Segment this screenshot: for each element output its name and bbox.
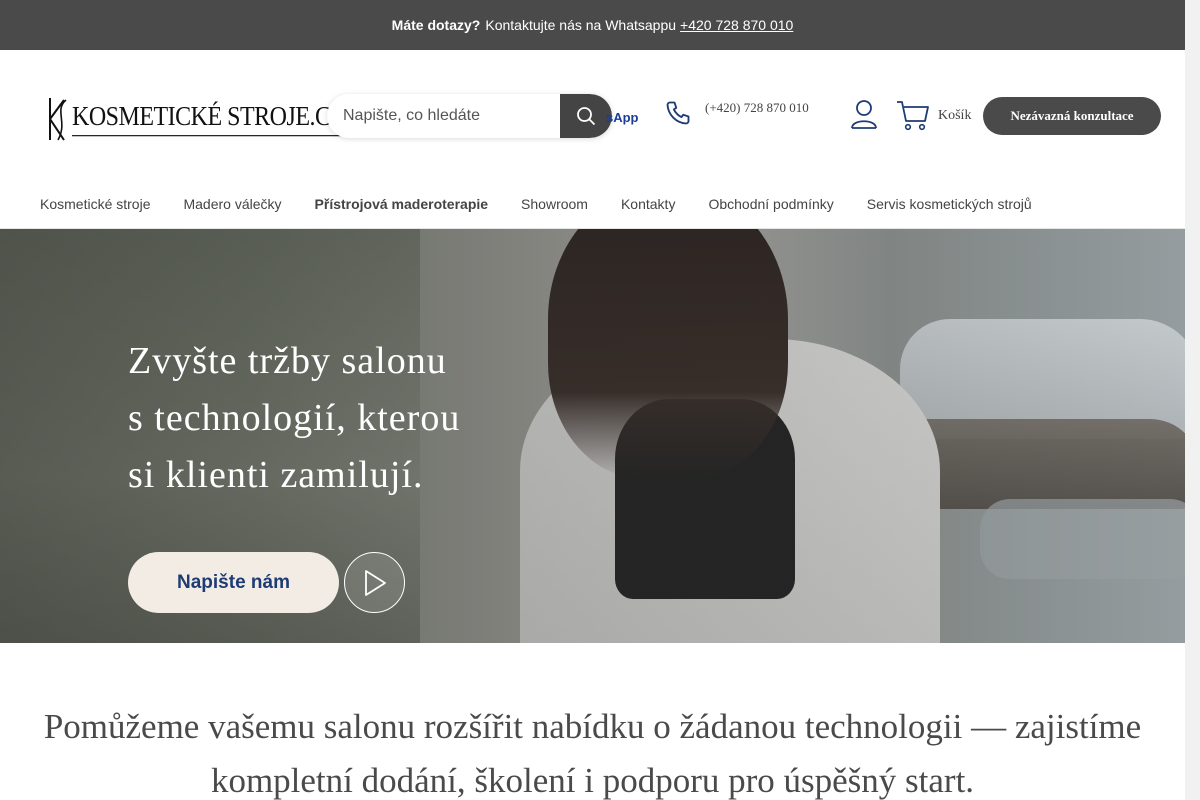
search-input[interactable] [327,94,560,138]
phone-icon[interactable] [664,99,692,132]
nav-item-kontakty[interactable]: Kontakty [621,196,675,212]
whatsapp-link-partial[interactable]: sApp [606,110,639,125]
hero-heading-line: s technologií, kterou [128,397,461,439]
site-header: KOSMETICKÉ STROJE.CZ sApp (+420) 728 870… [0,50,1185,180]
announcement-bar: Máte dotazy? Kontaktujte nás na Whatsapp… [0,0,1185,50]
nav-item-pristrojova-maderoterapie[interactable]: Přístrojová maderoterapie [315,196,489,212]
nav-item-madero-valecky[interactable]: Madero válečky [183,196,281,212]
play-video-button[interactable] [344,552,405,613]
nav-item-servis[interactable]: Servis kosmetických strojů [867,196,1032,212]
tagline-line: kompletní dodání, školení i podporu pro … [210,761,975,800]
search-box [327,94,612,138]
hero-heading: Zvyšte tržby salonu s technologií, ktero… [128,333,548,504]
nav-item-obchodni-podminky[interactable]: Obchodní podmínky [708,196,833,212]
consultation-button[interactable]: Nezávazná konzultace [983,97,1161,135]
intro-tagline: Pomůžeme vašemu salonu rozšířit nabídku … [0,700,1185,800]
main-navigation: Kosmetické stroje Madero válečky Přístro… [0,180,1185,229]
hero-banner: Zvyšte tržby salonu s technologií, ktero… [0,229,1185,643]
page-scrollbar[interactable] [1185,0,1200,800]
hero-heading-line: si klienti zamilují. [128,454,424,496]
header-phone[interactable]: (+420) 728 870 010 [705,100,809,116]
logo-text: KOSMETICKÉ STROJE.CZ [72,102,345,137]
write-us-button[interactable]: Napište nám [128,552,339,613]
site-logo[interactable]: KOSMETICKÉ STROJE.CZ [44,92,345,146]
search-button[interactable] [560,94,612,138]
hero-heading-line: Zvyšte tržby salonu [128,340,447,382]
nav-item-showroom[interactable]: Showroom [521,196,588,212]
user-account-icon[interactable] [849,98,879,135]
announcement-text: Kontaktujte nás na Whatsappu [485,17,677,33]
announcement-bold: Máte dotazy? [391,17,481,33]
announcement-phone-link[interactable]: +420 728 870 010 [680,17,793,33]
cart-icon[interactable] [895,97,931,138]
play-icon [364,569,386,596]
nav-item-kosmeticke-stroje[interactable]: Kosmetické stroje [40,196,150,212]
search-icon [577,107,596,126]
logo-mark-icon [44,92,72,146]
cart-label[interactable]: Košík [938,108,971,124]
tagline-line: Pomůžeme vašemu salonu rozšířit nabídku … [43,707,1142,746]
